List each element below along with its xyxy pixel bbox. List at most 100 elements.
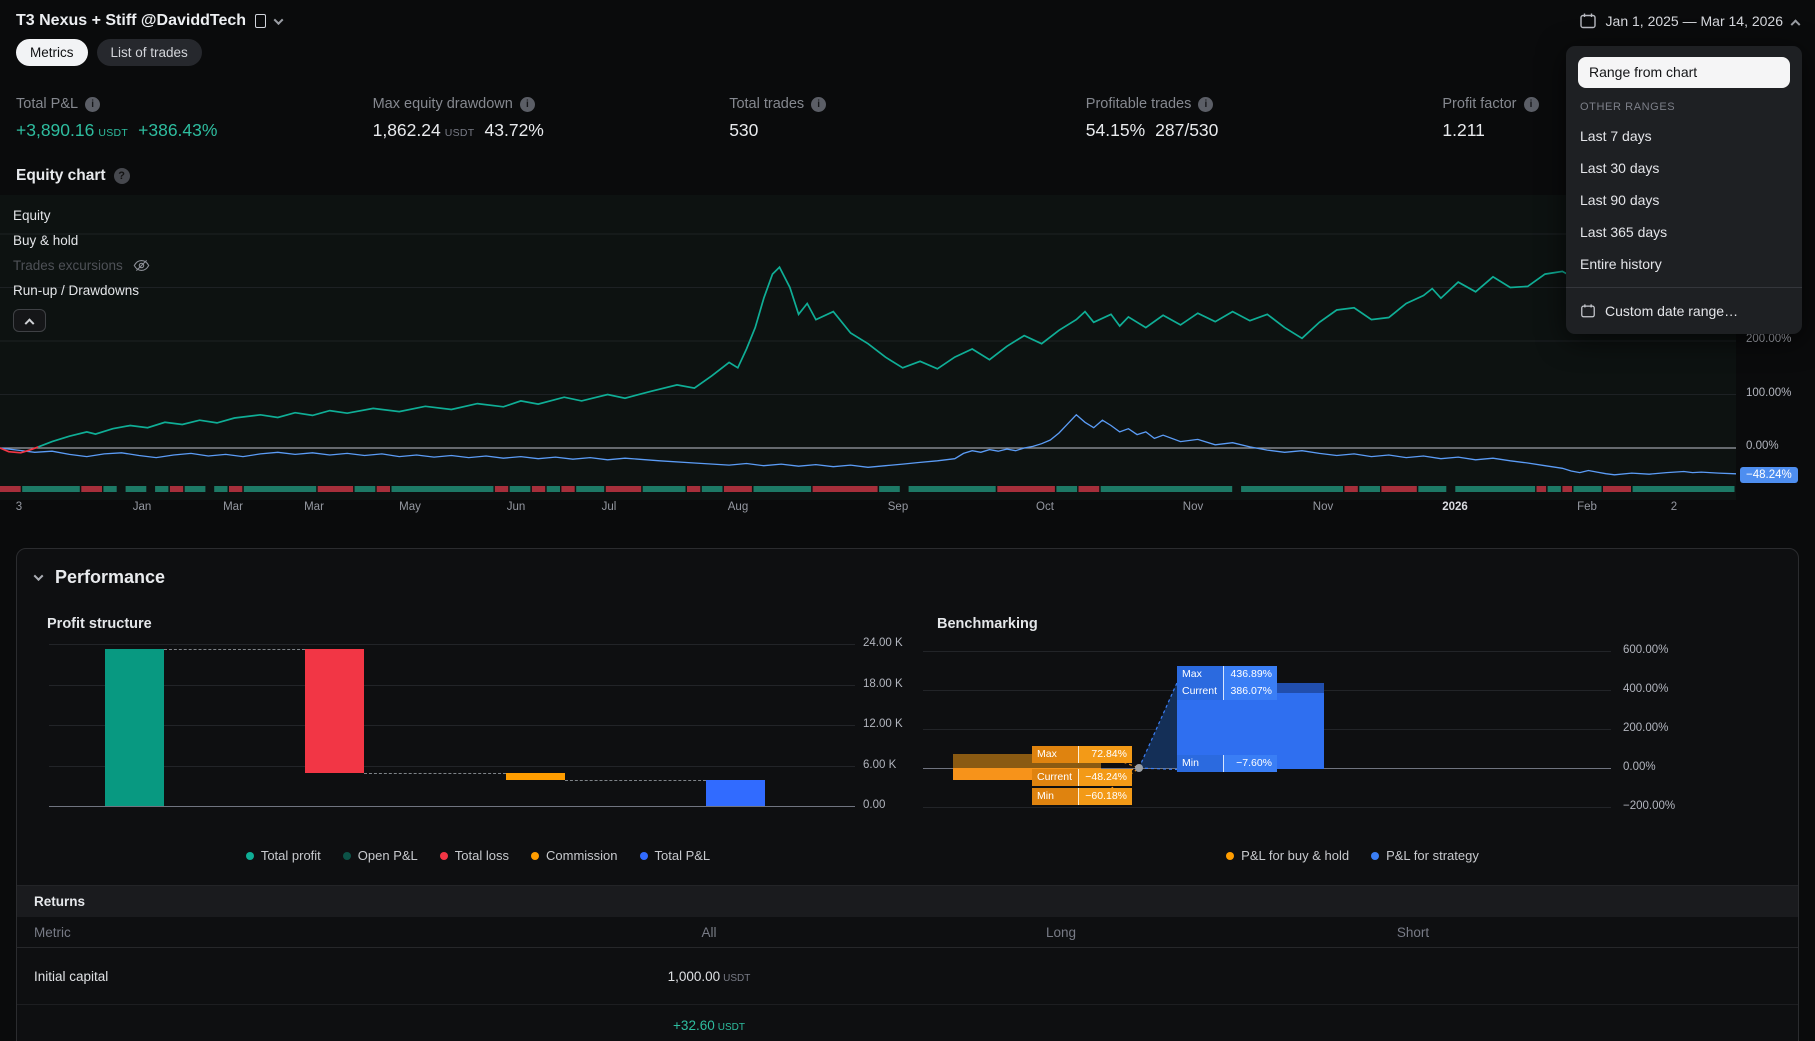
- eye-off-icon[interactable]: [133, 259, 150, 272]
- x-axis-tick: Jun: [506, 501, 526, 513]
- performance-charts-row: Profit structure 24.00 K 18.00 K 12.00 K 6.…: [17, 594, 1798, 863]
- tooltip-value: 386.07%: [1223, 682, 1277, 700]
- gridline: [49, 765, 855, 767]
- page-title: T3 Nexus + Stiff @DaviddTech: [16, 12, 247, 29]
- glyph-box-icon: [255, 14, 267, 28]
- x-axis-tick: May: [399, 501, 421, 513]
- info-icon[interactable]: i: [1523, 96, 1539, 112]
- buy-hold-max-tooltip: Max 72.84%: [1032, 746, 1132, 763]
- tooltip-label: Max: [1177, 665, 1223, 683]
- strategy-max-tooltip: Max 436.89%: [1177, 665, 1277, 683]
- info-icon[interactable]: i: [519, 96, 535, 112]
- y-axis-tick: −200.00%: [1623, 800, 1676, 812]
- metric-label: Profit factor: [1442, 96, 1517, 112]
- waterfall-connector: [164, 648, 305, 650]
- menu-item-last-90-days[interactable]: Last 90 days: [1566, 184, 1802, 216]
- x-axis-tick: Feb: [1577, 501, 1597, 513]
- legend-item-equity[interactable]: Equity: [13, 203, 150, 228]
- gridline: [49, 806, 855, 807]
- metric-total-pnl: Total P&L i +3,890.16 USDT +386.43%: [16, 96, 373, 141]
- menu-selected-range[interactable]: Range from chart: [1578, 57, 1790, 88]
- chevron-up-icon: [24, 318, 35, 329]
- benchmarking-chart[interactable]: 600.00% 400.00% 200.00% 0.00% −200.00% Max 72.…: [923, 636, 1782, 832]
- legend-item-commission[interactable]: Commission: [531, 848, 618, 863]
- tooltip-value: −60.18%: [1078, 788, 1132, 805]
- date-range-value: Jan 1, 2025 — Mar 14, 2026: [1605, 13, 1783, 29]
- tooltip-value: −7.60%: [1223, 754, 1277, 772]
- collapse-legend-button[interactable]: [13, 309, 46, 332]
- x-axis-tick: 2: [1670, 501, 1678, 513]
- equity-chart-canvas[interactable]: [0, 195, 1736, 500]
- legend-label: P&L for strategy: [1386, 848, 1479, 863]
- legend-label: Total loss: [454, 848, 509, 863]
- performance-header[interactable]: Performance: [17, 549, 1798, 594]
- legend-item-buy-hold[interactable]: Buy & hold: [13, 228, 150, 253]
- y-axis-tick: 6.00 K: [863, 758, 897, 771]
- strategy-min-tooltip: Min −7.60%: [1177, 754, 1277, 772]
- x-axis-tick: Aug: [727, 501, 749, 513]
- y-axis-tick: 0.00%: [1746, 440, 1779, 452]
- tooltip-label: Current: [1177, 682, 1223, 700]
- date-range-control[interactable]: Jan 1, 2025 — Mar 14, 2026: [1579, 12, 1801, 30]
- profit-structure-title: Profit structure: [47, 616, 152, 632]
- x-axis-tick: Jan: [132, 501, 152, 513]
- calendar-icon: [1581, 304, 1595, 318]
- menu-item-last-365-days[interactable]: Last 365 days: [1566, 216, 1802, 248]
- legend-item-p-l-for-strategy[interactable]: P&L for strategy: [1371, 848, 1479, 863]
- legend-item-total-profit[interactable]: Total profit: [245, 848, 321, 863]
- row-value-all: 1,000.00 USDT: [667, 968, 751, 984]
- info-icon[interactable]: i: [811, 96, 827, 112]
- legend-item-total-loss[interactable]: Total loss: [439, 848, 509, 863]
- waterfall-bar-total-loss[interactable]: [305, 648, 364, 774]
- legend-item-p-l-for-buy-hold[interactable]: P&L for buy & hold: [1226, 848, 1349, 863]
- metric-unit: USDT: [98, 127, 129, 139]
- waterfall-bar-total-p-l[interactable]: [706, 779, 765, 806]
- metric-label: Total P&L: [16, 96, 79, 112]
- y-axis-tick: 24.00 K: [863, 637, 903, 649]
- current-value-badge: −48.24%: [1740, 467, 1798, 483]
- menu-item-entire-history[interactable]: Entire history: [1566, 248, 1802, 280]
- legend-label: Equity: [13, 208, 51, 223]
- profit-structure-block: Profit structure 24.00 K 18.00 K 12.00 K 6.…: [33, 608, 923, 863]
- info-icon[interactable]: i: [1198, 96, 1214, 112]
- waterfall-bar-total-profit[interactable]: [105, 648, 164, 806]
- tab-list-of-trades[interactable]: List of trades: [96, 39, 202, 66]
- y-axis-tick: 0.00: [863, 799, 886, 811]
- menu-item-last-7-days[interactable]: Last 7 days: [1566, 120, 1802, 152]
- y-axis-tick: 12.00 K: [863, 718, 903, 730]
- performance-panel: Performance Profit structure 24.00 K 18.0…: [16, 548, 1799, 1041]
- metric-label: Max equity drawdown: [372, 96, 513, 112]
- waterfall-bar-commission[interactable]: [506, 773, 565, 780]
- strategy-title-control[interactable]: T3 Nexus + Stiff @DaviddTech: [16, 12, 284, 30]
- calendar-icon: [1579, 13, 1596, 29]
- tooltip-value: 436.89%: [1223, 665, 1277, 683]
- menu-item-custom-date-range[interactable]: Custom date range…: [1566, 295, 1802, 327]
- profit-structure-chart[interactable]: 24.00 K 18.00 K 12.00 K 6.00 K 0.00: [33, 636, 923, 832]
- legend-label: Open P&L: [357, 848, 418, 863]
- info-icon[interactable]: i: [85, 96, 101, 112]
- tooltip-value: −48.24%: [1078, 769, 1132, 786]
- equity-chart-legend: Equity Buy & hold Trades excursions Run-up …: [13, 203, 150, 332]
- benchmarking-block: Benchmarking 600.00% 400.00% 200.00% 0.00% −…: [923, 608, 1782, 863]
- chevron-up-icon: [1790, 18, 1801, 29]
- legend-label: Commission: [546, 848, 618, 863]
- equity-chart-title: Equity chart: [16, 167, 106, 184]
- legend-item-run-up-drawdowns[interactable]: Run-up / Drawdowns: [13, 278, 150, 303]
- legend-item-trades-excursions[interactable]: Trades excursions: [13, 253, 150, 278]
- header-bar: T3 Nexus + Stiff @DaviddTech Jan 1, 2025…: [0, 0, 1815, 30]
- menu-item-last-30-days[interactable]: Last 30 days: [1566, 152, 1802, 184]
- profit-structure-legend: Total profit Open P&L Total loss Commission…: [33, 848, 923, 863]
- x-axis-tick: Nov: [1182, 501, 1204, 513]
- date-range-menu: Range from chart OTHER RANGES Last 7 day…: [1566, 46, 1802, 334]
- tooltip-value: 72.84%: [1078, 746, 1132, 763]
- x-axis-tick: Jul: [601, 501, 617, 513]
- x-axis-tick: Nov: [1312, 501, 1334, 513]
- metric-unit: USDT: [444, 127, 475, 139]
- help-icon[interactable]: ?: [113, 168, 130, 184]
- legend-item-open-p-l[interactable]: Open P&L: [342, 848, 418, 863]
- gridline: [49, 644, 855, 645]
- tab-metrics[interactable]: Metrics: [16, 39, 88, 66]
- legend-label: Trades excursions: [13, 258, 123, 273]
- legend-item-total-p-l[interactable]: Total P&L: [639, 848, 710, 863]
- y-axis-tick: 0.00%: [1623, 761, 1656, 773]
